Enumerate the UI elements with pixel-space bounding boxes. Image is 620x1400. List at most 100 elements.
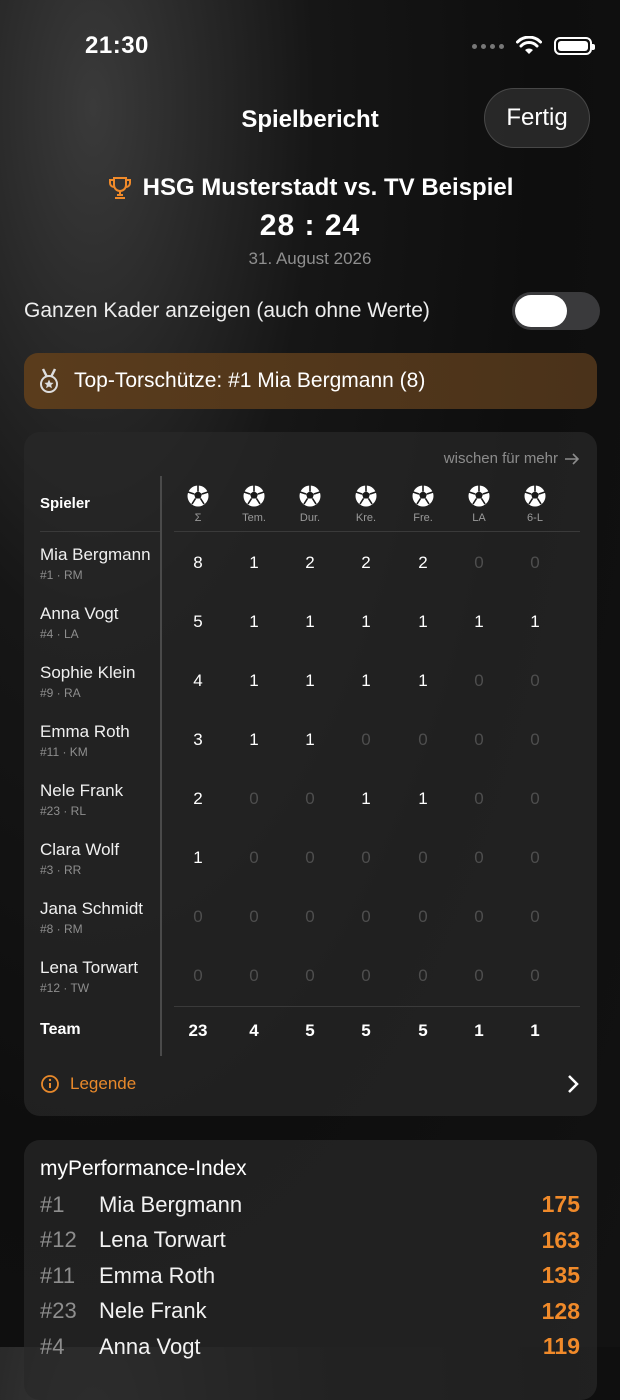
stat-column-label: LA <box>472 512 486 524</box>
player-number-position: #11 · KM <box>40 745 88 759</box>
stat-column-label: 6-L <box>527 512 543 524</box>
stat-cell: 0 <box>474 671 484 690</box>
row-divider <box>174 1006 580 1007</box>
table-row[interactable]: Clara Wolf #3 · RR <box>40 840 119 877</box>
stat-cell: 0 <box>474 730 484 749</box>
stat-column-header: 6-L <box>507 484 563 524</box>
stat-column-label: Dur. <box>299 512 321 524</box>
show-full-roster-toggle[interactable] <box>512 292 600 330</box>
stat-cell: 0 <box>418 730 428 749</box>
table-row[interactable]: Jana Schmidt #8 · RM <box>40 899 143 936</box>
stat-cell: 2 <box>361 553 371 572</box>
stat-column-label: Kre. <box>355 512 377 524</box>
performance-score: 175 <box>541 1191 580 1217</box>
stat-column-label: Tem. <box>242 512 266 524</box>
stat-cell: 0 <box>418 966 428 985</box>
match-score: 28 : 24 <box>259 209 361 242</box>
stat-cell: 0 <box>474 553 484 572</box>
stat-column-header: LA <box>451 484 507 524</box>
stat-cell: 0 <box>530 730 540 749</box>
chevron-right-icon[interactable] <box>566 1074 580 1094</box>
stat-cell: 0 <box>193 966 203 985</box>
stat-cell: 0 <box>305 789 315 808</box>
stat-cell: 2 <box>418 553 428 572</box>
stat-cell: 2 <box>305 553 315 572</box>
done-button[interactable]: Fertig <box>484 88 590 148</box>
stat-cell: 0 <box>530 966 540 985</box>
player-name: Nele Frank <box>40 781 124 800</box>
performance-row[interactable]: #1 Mia Bergmann 175 <box>40 1191 580 1218</box>
row-divider <box>40 531 160 532</box>
stat-cell: 0 <box>361 730 371 749</box>
top-scorer-text: Top-Torschütze: #1 Mia Bergmann (8) <box>74 369 426 392</box>
performance-row[interactable]: #23 Nele Frank 128 <box>40 1298 580 1325</box>
player-name: Lena Torwart <box>40 958 138 977</box>
arrow-right-icon <box>565 452 580 465</box>
ball-icon <box>187 485 209 507</box>
stat-cell: 1 <box>361 789 371 808</box>
stat-cell: 0 <box>474 848 484 867</box>
stat-cell: 0 <box>474 907 484 926</box>
table-row[interactable]: Mia Bergmann #1 · RM <box>40 545 151 582</box>
wifi-icon <box>516 36 542 54</box>
player-number-position: #4 · LA <box>40 627 79 641</box>
performance-score: 163 <box>541 1226 580 1253</box>
ball-icon <box>299 485 321 507</box>
performance-rank: #1 <box>40 1191 65 1217</box>
stat-cell: 1 <box>474 612 484 631</box>
player-name: Mia Bergmann <box>40 545 151 564</box>
stat-cell: 1 <box>249 730 259 749</box>
table-row[interactable]: Nele Frank #23 · RL <box>40 781 123 818</box>
stat-cell: 0 <box>530 671 540 690</box>
performance-row[interactable]: #12 Lena Torwart 163 <box>40 1227 580 1254</box>
stat-cell: 0 <box>305 966 315 985</box>
stat-cell: 1 <box>418 789 428 808</box>
stat-cell: 0 <box>249 848 259 867</box>
performance-rank: #11 <box>40 1262 76 1288</box>
medal-icon <box>40 368 58 393</box>
stats-card <box>24 432 597 1116</box>
player-number-position: #1 · RM <box>40 568 83 582</box>
stat-cell: 0 <box>418 907 428 926</box>
performance-score: 135 <box>541 1262 580 1288</box>
table-row[interactable]: Emma Roth #11 · KM <box>40 722 130 759</box>
player-number-position: #12 · TW <box>40 981 90 995</box>
swipe-hint-text: wischen für mehr <box>443 450 558 467</box>
match-title: HSG Musterstadt vs. TV Beispiel <box>142 174 514 201</box>
table-row[interactable]: Lena Torwart #12 · TW <box>40 958 138 995</box>
performance-name: Mia Bergmann <box>99 1191 243 1217</box>
trophy-icon <box>108 177 131 199</box>
stat-cell: 0 <box>193 907 203 926</box>
ball-icon <box>468 485 490 507</box>
team-total-cell: 5 <box>305 1021 315 1040</box>
stat-cell: 8 <box>193 553 203 572</box>
table-row[interactable]: Anna Vogt #4 · LA <box>40 604 118 641</box>
stat-cell: 1 <box>249 612 259 631</box>
team-total-cell: 5 <box>418 1021 428 1040</box>
player-number-position: #3 · RR <box>40 863 82 877</box>
stat-cell: 1 <box>305 730 315 749</box>
table-row[interactable]: Sophie Klein #9 · RA <box>40 663 135 700</box>
performance-row[interactable]: #11 Emma Roth 135 <box>40 1262 580 1289</box>
legend-label: Legende <box>70 1074 137 1093</box>
performance-rank: #12 <box>40 1227 77 1252</box>
stat-cell: 0 <box>474 789 484 808</box>
player-name: Jana Schmidt <box>40 899 143 918</box>
match-date: 31. August 2026 <box>248 249 372 268</box>
stat-cell: 1 <box>305 671 315 690</box>
legend-button[interactable]: Legende <box>40 1074 136 1094</box>
stat-cell: 0 <box>249 907 259 926</box>
stat-column-header: Kre. <box>338 484 394 524</box>
stat-cell: 0 <box>530 848 540 867</box>
ball-icon <box>412 485 434 507</box>
info-icon <box>41 1075 59 1093</box>
show-full-roster-label: Ganzen Kader anzeigen (auch ohne Werte) <box>24 299 430 322</box>
ball-icon <box>243 485 265 507</box>
player-name: Sophie Klein <box>40 663 136 682</box>
stat-cell: 1 <box>305 612 315 631</box>
stat-column-header: Σ <box>170 484 226 524</box>
stat-cell: 0 <box>530 907 540 926</box>
stat-cell: 0 <box>361 966 371 985</box>
stat-cell: 1 <box>249 553 259 572</box>
stat-cell: 0 <box>361 907 371 926</box>
